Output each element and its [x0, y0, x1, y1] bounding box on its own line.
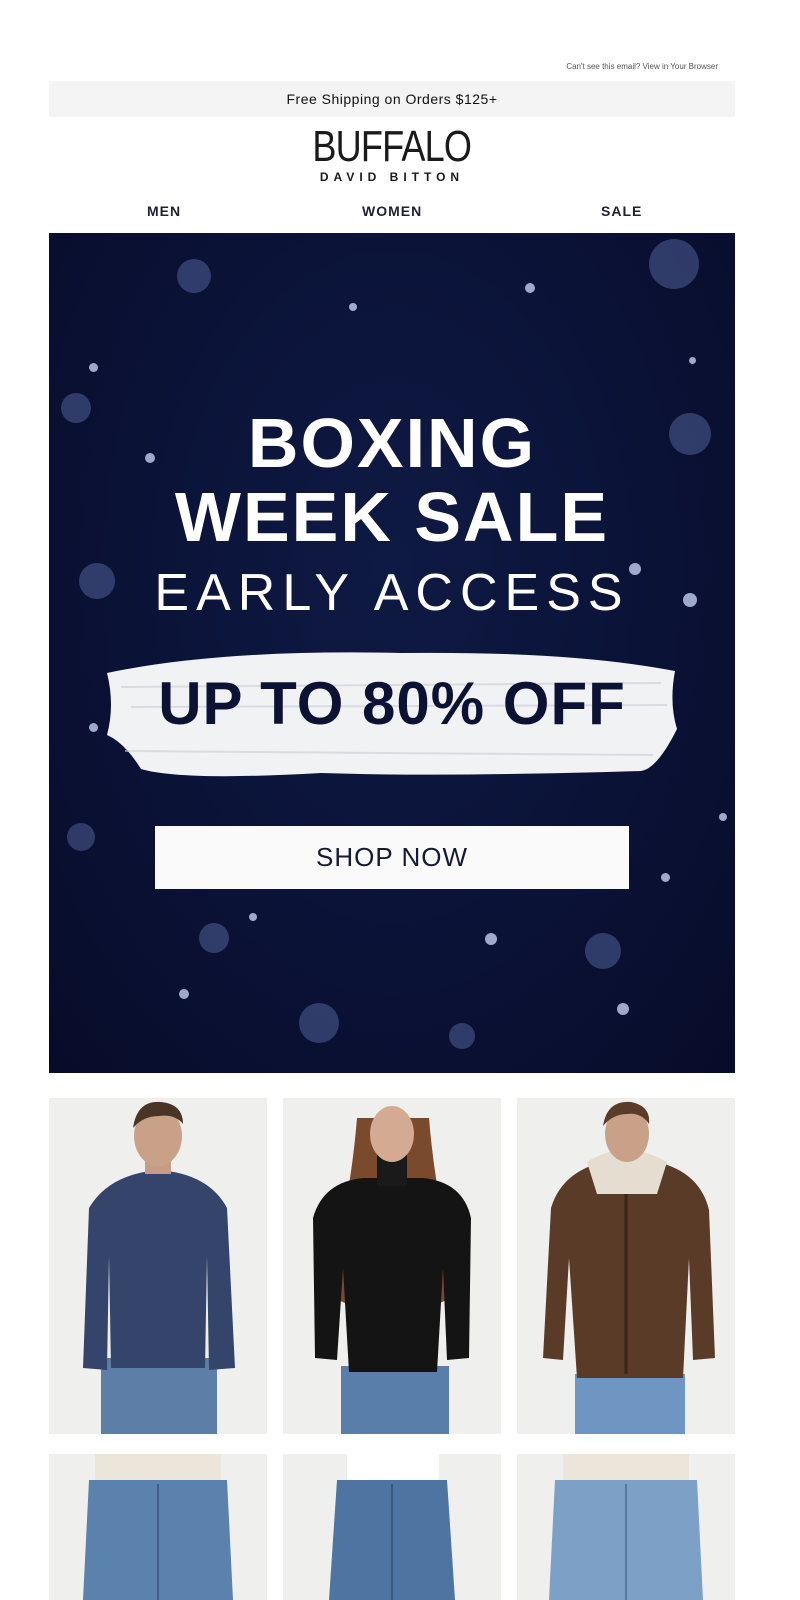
- product-photo-icon: [283, 1454, 501, 1600]
- product-photo-icon: [49, 1098, 267, 1434]
- snow-particle: [661, 873, 670, 882]
- snow-particle: [349, 303, 357, 311]
- snow-particle: [617, 1003, 629, 1015]
- snow-particle: [719, 813, 727, 821]
- logo-wordmark: BUFFALO: [312, 122, 472, 171]
- nav-item-women[interactable]: WOMEN: [362, 203, 422, 219]
- logo-subtitle: DAVID BITTON: [319, 170, 465, 184]
- hero-subtitle: EARLY ACCESS: [154, 564, 630, 622]
- nav-item-men[interactable]: MEN: [147, 203, 181, 219]
- main-nav: MEN WOMEN SALE: [49, 203, 735, 221]
- product-tile-men-jeans-light[interactable]: [517, 1454, 735, 1600]
- hero-offer: UP TO 80% OFF: [158, 670, 626, 737]
- brand-logo[interactable]: BUFFALO DAVID BITTON: [0, 122, 784, 185]
- hero-title-line1: BOXING: [247, 404, 537, 482]
- snow-particle: [299, 1003, 339, 1043]
- snow-particle: [485, 933, 497, 945]
- product-tile-women-jeans[interactable]: [283, 1454, 501, 1600]
- snow-particle: [179, 989, 189, 999]
- snow-particle: [177, 259, 211, 293]
- snow-particle: [649, 239, 699, 289]
- product-photo-icon: [517, 1454, 735, 1600]
- product-tile-women-turtleneck[interactable]: [283, 1098, 501, 1434]
- shop-now-button[interactable]: SHOP NOW: [155, 826, 629, 889]
- product-photo-icon: [283, 1098, 501, 1434]
- hero-banner[interactable]: BOXING WEEK SALE EARLY ACCESS UP TO 80% …: [49, 233, 735, 1073]
- shipping-banner-text: Free Shipping on Orders $125+: [286, 91, 498, 107]
- nav-item-sale[interactable]: SALE: [601, 203, 642, 219]
- product-tile-men-henley[interactable]: [49, 1098, 267, 1434]
- snow-particle: [249, 913, 257, 921]
- snow-particle: [199, 923, 229, 953]
- snow-particle: [449, 1023, 475, 1049]
- product-photo-icon: [49, 1454, 267, 1600]
- snow-particle: [525, 283, 535, 293]
- hero-title-line2: WEEK SALE: [174, 478, 610, 556]
- product-tile-men-jeans[interactable]: [49, 1454, 267, 1600]
- snow-particle: [89, 363, 98, 372]
- shipping-banner: Free Shipping on Orders $125+: [49, 81, 735, 117]
- snow-particle: [67, 823, 95, 851]
- snow-particle: [689, 357, 696, 364]
- view-in-browser-link[interactable]: Can't see this email? View in Your Brows…: [566, 62, 718, 71]
- product-tile-men-hoodie[interactable]: [517, 1098, 735, 1434]
- snow-particle: [585, 933, 621, 969]
- product-photo-icon: [517, 1098, 735, 1434]
